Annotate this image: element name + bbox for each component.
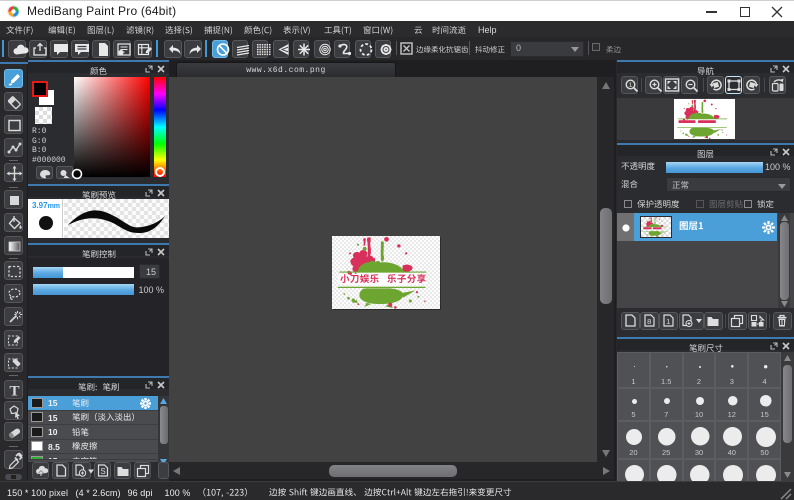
svg-text:1: 1 xyxy=(628,82,632,89)
svg-text:S: S xyxy=(100,467,105,476)
svg-text:T: T xyxy=(9,383,19,399)
svg-text:8: 8 xyxy=(647,317,651,326)
svg-text:1: 1 xyxy=(666,317,670,326)
